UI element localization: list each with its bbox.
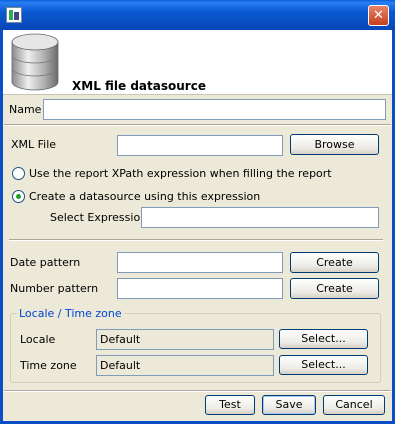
database-icon (9, 32, 61, 92)
date-pattern-label: Date pattern (10, 256, 81, 269)
xml-file-input[interactable] (117, 135, 283, 156)
separator-middle (9, 239, 383, 241)
app-icon (6, 7, 22, 23)
number-pattern-label: Number pattern (10, 282, 99, 295)
radio-selected-dot (16, 194, 21, 199)
xml-file-label: XML File (11, 138, 57, 151)
select-expression-input[interactable] (141, 207, 379, 228)
radio-xpath-label[interactable]: Use the report XPath expression when fil… (29, 167, 332, 180)
cancel-button[interactable]: Cancel (323, 395, 385, 415)
locale-group-legend: Locale / Time zone (17, 307, 124, 320)
browse-button[interactable]: Browse (290, 134, 379, 155)
title-bar[interactable] (0, 0, 395, 30)
timezone-field (96, 355, 274, 376)
number-pattern-input[interactable] (117, 278, 283, 299)
locale-label: Locale (20, 333, 56, 346)
date-pattern-input[interactable] (117, 252, 283, 273)
separator-bottom (4, 390, 391, 392)
number-create-button[interactable]: Create (290, 278, 379, 299)
name-input[interactable] (43, 99, 386, 120)
locale-field (96, 329, 274, 350)
name-label: Name (9, 103, 42, 116)
test-button[interactable]: Test (205, 395, 255, 415)
radio-create-label[interactable]: Create a datasource using this expressio… (29, 190, 260, 203)
separator-top (4, 124, 391, 126)
radio-create[interactable] (12, 190, 25, 203)
timezone-label: Time zone (20, 359, 77, 372)
select-expression-label: Select Expression (50, 211, 148, 224)
date-create-button[interactable]: Create (290, 252, 379, 273)
close-button[interactable]: ✕ (368, 5, 389, 26)
timezone-select-button[interactable]: Select... (279, 355, 368, 375)
radio-xpath[interactable] (12, 167, 25, 180)
save-button[interactable]: Save (262, 395, 316, 415)
header-title: XML file datasource (72, 79, 206, 93)
locale-select-button[interactable]: Select... (279, 329, 368, 349)
